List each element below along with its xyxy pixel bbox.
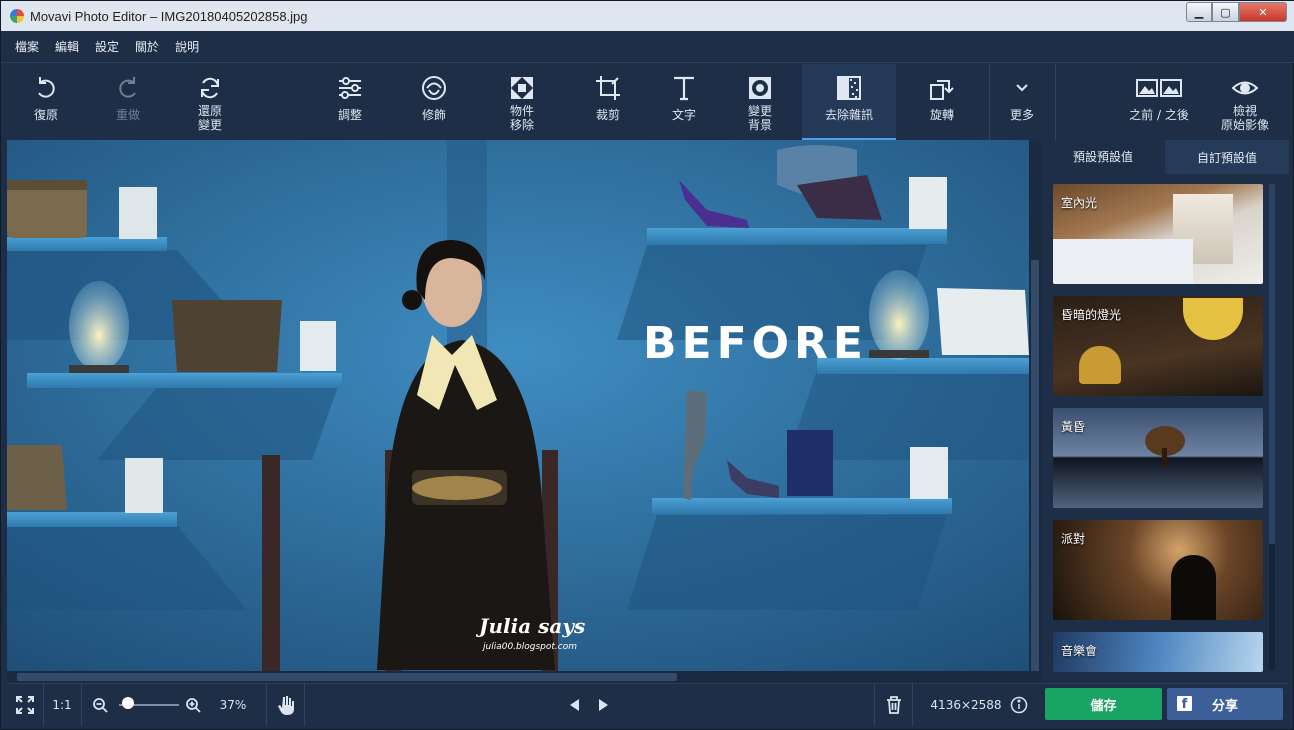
fit-screen-button[interactable] bbox=[9, 684, 41, 726]
eye-icon bbox=[1231, 81, 1259, 95]
rotate-button[interactable]: 旋轉 bbox=[917, 64, 967, 140]
presets-scrollbar[interactable] bbox=[1269, 184, 1275, 671]
sliders-icon bbox=[339, 77, 361, 99]
zoom-out-button[interactable] bbox=[89, 684, 111, 726]
bottom-divider bbox=[266, 684, 267, 726]
change-background-button[interactable]: 變更 背景 bbox=[735, 64, 785, 140]
preset-party[interactable]: 派對 bbox=[1053, 520, 1263, 620]
menu-about[interactable]: 關於 bbox=[127, 38, 167, 55]
bottom-divider bbox=[304, 684, 305, 726]
tab-default-presets[interactable]: 預設預設值 bbox=[1041, 140, 1165, 174]
zoom-in-icon bbox=[186, 698, 201, 713]
minimize-button[interactable]: ▁ bbox=[1186, 2, 1212, 22]
arrow-left-icon bbox=[570, 699, 579, 711]
arrow-right-icon bbox=[599, 699, 608, 711]
toolbar: 復原 重做 還原 變更 調整 修飾 物件 移除 裁剪 文字 變更 背景 去除雜訊… bbox=[7, 64, 1289, 140]
horizontal-scrollbar[interactable] bbox=[7, 671, 1041, 683]
redo-icon bbox=[119, 77, 136, 98]
object-removal-button[interactable]: 物件 移除 bbox=[497, 64, 547, 140]
trash-icon bbox=[887, 696, 901, 714]
more-button[interactable]: 更多 bbox=[997, 64, 1047, 140]
preset-dim-light[interactable]: 昏暗的燈光 bbox=[1053, 296, 1263, 396]
menu-file[interactable]: 檔案 bbox=[7, 38, 47, 55]
preset-concert[interactable]: 音樂會 bbox=[1053, 632, 1263, 672]
rotate-icon bbox=[930, 80, 954, 100]
menu-bar: 檔案 編輯 設定 關於 說明 bbox=[1, 31, 1294, 63]
photo-image bbox=[7, 140, 1029, 671]
window-title: Movavi Photo Editor – IMG20180405202858.… bbox=[30, 8, 308, 24]
eraser-icon bbox=[511, 77, 533, 99]
watermark-url: julia00.blogspot.com bbox=[483, 642, 577, 652]
menu-settings[interactable]: 設定 bbox=[87, 38, 127, 55]
preset-thumbnail-lamp bbox=[1183, 298, 1243, 340]
undo-button[interactable]: 復原 bbox=[21, 64, 71, 140]
expand-icon bbox=[16, 696, 34, 714]
horizontal-scroll-thumb[interactable] bbox=[17, 673, 677, 681]
refresh-icon bbox=[201, 77, 219, 99]
previous-image-button[interactable] bbox=[563, 684, 585, 726]
chevron-down-icon bbox=[1016, 84, 1028, 92]
watermark-title: Julia says bbox=[479, 614, 586, 638]
background-icon bbox=[749, 77, 771, 99]
menu-edit[interactable]: 編輯 bbox=[47, 38, 87, 55]
text-icon bbox=[674, 76, 694, 101]
menu-help[interactable]: 說明 bbox=[167, 38, 207, 55]
actual-size-button[interactable]: 1:1 bbox=[45, 684, 79, 726]
compare-icon bbox=[1136, 79, 1182, 97]
bottom-divider bbox=[81, 684, 82, 726]
toolbar-divider bbox=[1055, 64, 1056, 140]
retouch-button[interactable]: 修飾 bbox=[409, 64, 459, 140]
zoom-level: 37% bbox=[219, 698, 247, 712]
bottom-bar: 1:1 37% 4136×2588 儲存 f 分享 bbox=[7, 683, 1289, 726]
text-button[interactable]: 文字 bbox=[659, 64, 709, 140]
info-button[interactable] bbox=[1007, 684, 1031, 726]
noise-icon bbox=[837, 76, 861, 100]
view-original-button[interactable]: 檢視 原始影像 bbox=[1215, 64, 1275, 140]
title-bar: Movavi Photo Editor – IMG20180405202858.… bbox=[1, 1, 1294, 31]
share-label: 分享 bbox=[1211, 698, 1238, 714]
info-icon bbox=[1010, 696, 1028, 714]
image-dimensions: 4136×2588 bbox=[930, 698, 1002, 712]
next-image-button[interactable] bbox=[593, 684, 615, 726]
zoom-out-icon bbox=[93, 698, 108, 713]
maximize-button[interactable]: ▢ bbox=[1212, 2, 1239, 22]
photo-canvas[interactable]: BEFORE Julia says julia00.blogspot.com bbox=[7, 140, 1029, 671]
save-button[interactable]: 儲存 bbox=[1045, 688, 1162, 720]
redo-button[interactable]: 重做 bbox=[103, 64, 153, 140]
toolbar-divider bbox=[989, 64, 990, 140]
app-icon bbox=[10, 9, 24, 23]
undo-icon bbox=[38, 77, 55, 98]
hand-icon bbox=[278, 696, 294, 715]
bottom-divider bbox=[912, 684, 913, 726]
before-overlay-label: BEFORE bbox=[643, 318, 868, 369]
preset-thumbnail-lamp bbox=[1079, 346, 1121, 384]
preset-thumbnail-bed bbox=[1053, 239, 1193, 284]
app-window: Movavi Photo Editor – IMG20180405202858.… bbox=[0, 0, 1294, 730]
preset-thumbnail-tree bbox=[1162, 448, 1167, 468]
bottom-divider bbox=[43, 684, 44, 726]
presets-scroll-thumb[interactable] bbox=[1269, 184, 1275, 544]
vertical-scroll-thumb[interactable] bbox=[1031, 260, 1039, 680]
pan-button[interactable] bbox=[271, 684, 301, 726]
preset-indoor-light[interactable]: 室內光 bbox=[1053, 184, 1263, 284]
denoise-button[interactable]: 去除雜訊 bbox=[802, 64, 896, 140]
face-icon bbox=[422, 76, 446, 100]
preset-dusk[interactable]: 黃昏 bbox=[1053, 408, 1263, 508]
zoom-slider-knob[interactable] bbox=[121, 697, 134, 709]
tab-custom-presets[interactable]: 自訂預設值 bbox=[1165, 140, 1289, 174]
revert-changes-button[interactable]: 還原 變更 bbox=[185, 64, 235, 140]
close-button[interactable]: ✕ bbox=[1239, 2, 1287, 22]
crop-button[interactable]: 裁剪 bbox=[583, 64, 633, 140]
preset-thumbnail-people bbox=[1171, 555, 1216, 620]
crop-icon bbox=[596, 76, 620, 100]
delete-button[interactable] bbox=[879, 684, 909, 726]
presets-panel: 預設預設值 自訂預設值 室內光 昏暗的燈光 黃昏 派對 音樂會 bbox=[1041, 140, 1289, 683]
share-button[interactable]: f 分享 bbox=[1167, 688, 1283, 720]
bottom-divider bbox=[874, 684, 875, 726]
vertical-scrollbar[interactable] bbox=[1029, 140, 1041, 680]
before-after-button[interactable]: 之前 / 之後 bbox=[1117, 64, 1201, 140]
zoom-in-button[interactable] bbox=[182, 684, 204, 726]
adjust-button[interactable]: 調整 bbox=[325, 64, 375, 140]
facebook-icon: f bbox=[1177, 696, 1192, 712]
